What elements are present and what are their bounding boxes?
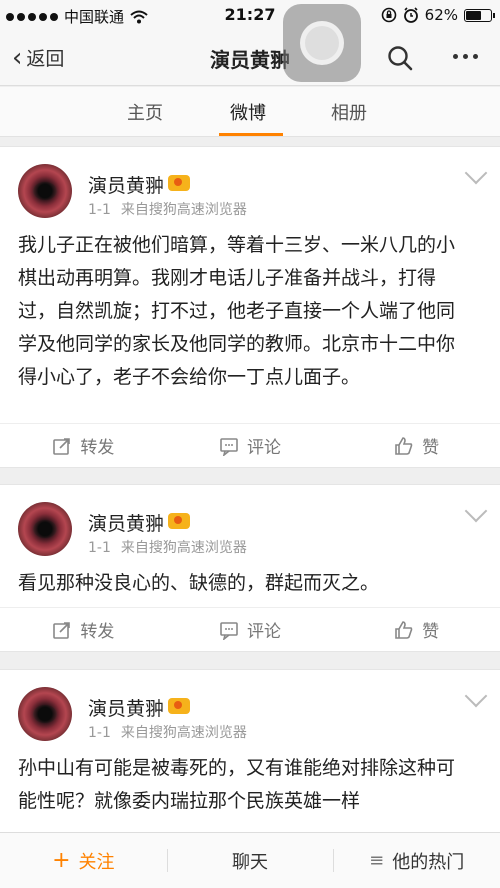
comment-label: 评论 [247, 622, 281, 642]
post-meta: 1-1 来自搜狗高速浏览器 [88, 722, 247, 742]
assistive-touch-inner [300, 21, 344, 65]
like-button[interactable]: 赞 [333, 608, 500, 651]
post-card: 演员黄翀 1-1 来自搜狗高速浏览器 看见那种没良心的、缺德的，群起而灭之。 转发… [0, 484, 500, 652]
vip-badge-icon [168, 175, 191, 191]
chat-label: 聊天 [232, 851, 268, 873]
repost-button[interactable]: 转发 [0, 424, 167, 467]
author-name-text: 演员黄翀 [88, 175, 165, 197]
post-actions: 转发 评论 赞 [0, 607, 500, 651]
post-content: 看见那种没良心的、缺德的，群起而灭之。 [18, 572, 380, 594]
comment-button[interactable]: 评论 [167, 424, 334, 467]
bottom-action-bar: + 关注 聊天 ≡ 他的热门 [0, 832, 500, 888]
post-source: 来自搜狗高速浏览器 [120, 202, 247, 218]
follow-label: 关注 [78, 851, 115, 873]
post-date: 1-1 [88, 725, 111, 741]
author-name-text: 演员黄翀 [88, 698, 165, 720]
plus-icon: + [52, 848, 71, 873]
chevron-down-icon[interactable] [464, 499, 488, 523]
hot-posts-button[interactable]: ≡ 他的热门 [333, 833, 500, 888]
author-name[interactable]: 演员黄翀 [88, 694, 191, 721]
post-content: 我儿子正在被他们暗算，等着十三岁、一米八几的小棋出动再明算。我刚才电话儿子准备并… [18, 234, 456, 388]
author-name-text: 演员黄翀 [88, 513, 165, 535]
profile-tabs: 主页 微博 相册 [0, 87, 500, 137]
like-button[interactable]: 赞 [333, 424, 500, 467]
active-tab-indicator [219, 133, 283, 136]
nav-bar: ‹ 返回 演员黄翀 [0, 30, 500, 86]
alarm-icon [403, 7, 418, 23]
post-actions: 转发 评论 赞 [0, 423, 500, 467]
comment-icon [220, 437, 238, 456]
author-name[interactable]: 演员黄翀 [88, 509, 191, 536]
avatar[interactable] [18, 164, 72, 218]
post-content: 孙中山有可能是被毒死的，又有谁能绝对排除这种可能性呢？就像委内瑞拉那个民族英雄一… [18, 757, 456, 812]
chevron-down-icon[interactable] [464, 684, 488, 708]
repost-button[interactable]: 转发 [0, 608, 167, 651]
post-source: 来自搜狗高速浏览器 [120, 540, 247, 556]
thumbs-up-icon [395, 436, 413, 455]
repost-label: 转发 [80, 622, 115, 642]
vip-badge-icon [168, 513, 191, 529]
orientation-lock-icon [381, 7, 396, 23]
post-date: 1-1 [88, 202, 111, 218]
like-label: 赞 [422, 438, 440, 458]
battery-icon [464, 8, 495, 22]
hot-label: 他的热门 [392, 851, 465, 873]
repost-label: 转发 [80, 438, 115, 458]
battery-percent: 62% [424, 6, 458, 24]
vip-badge-icon [168, 698, 191, 714]
status-right: 62% [381, 6, 495, 24]
tab-album[interactable]: 相册 [331, 99, 367, 125]
tab-weibo[interactable]: 微博 [230, 99, 266, 125]
search-icon[interactable] [386, 44, 414, 72]
post-source: 来自搜狗高速浏览器 [120, 725, 247, 741]
menu-icon: ≡ [369, 850, 385, 871]
more-icon[interactable] [453, 54, 478, 59]
avatar[interactable] [18, 502, 72, 556]
chevron-down-icon[interactable] [464, 161, 488, 185]
post-date: 1-1 [88, 540, 111, 556]
follow-button[interactable]: + 关注 [0, 833, 167, 888]
repost-icon [53, 621, 71, 639]
tab-home[interactable]: 主页 [127, 99, 163, 125]
author-name[interactable]: 演员黄翀 [88, 171, 191, 198]
post-meta: 1-1 来自搜狗高速浏览器 [88, 199, 247, 219]
avatar[interactable] [18, 687, 72, 741]
comment-icon [220, 621, 238, 640]
status-bar: 中国联通 21:27 62% [0, 0, 500, 30]
comment-button[interactable]: 评论 [167, 608, 334, 651]
thumbs-up-icon [395, 620, 413, 639]
chat-button[interactable]: 聊天 [166, 833, 334, 888]
page-title: 演员黄翀 [210, 48, 290, 72]
repost-icon [53, 437, 71, 455]
post-meta: 1-1 来自搜狗高速浏览器 [88, 537, 247, 557]
comment-label: 评论 [247, 438, 281, 458]
post-card: 演员黄翀 1-1 来自搜狗高速浏览器 我儿子正在被他们暗算，等着十三岁、一米八几的… [0, 146, 500, 468]
assistive-touch-button[interactable] [283, 4, 361, 82]
battery-fill [466, 10, 481, 20]
like-label: 赞 [422, 622, 440, 642]
